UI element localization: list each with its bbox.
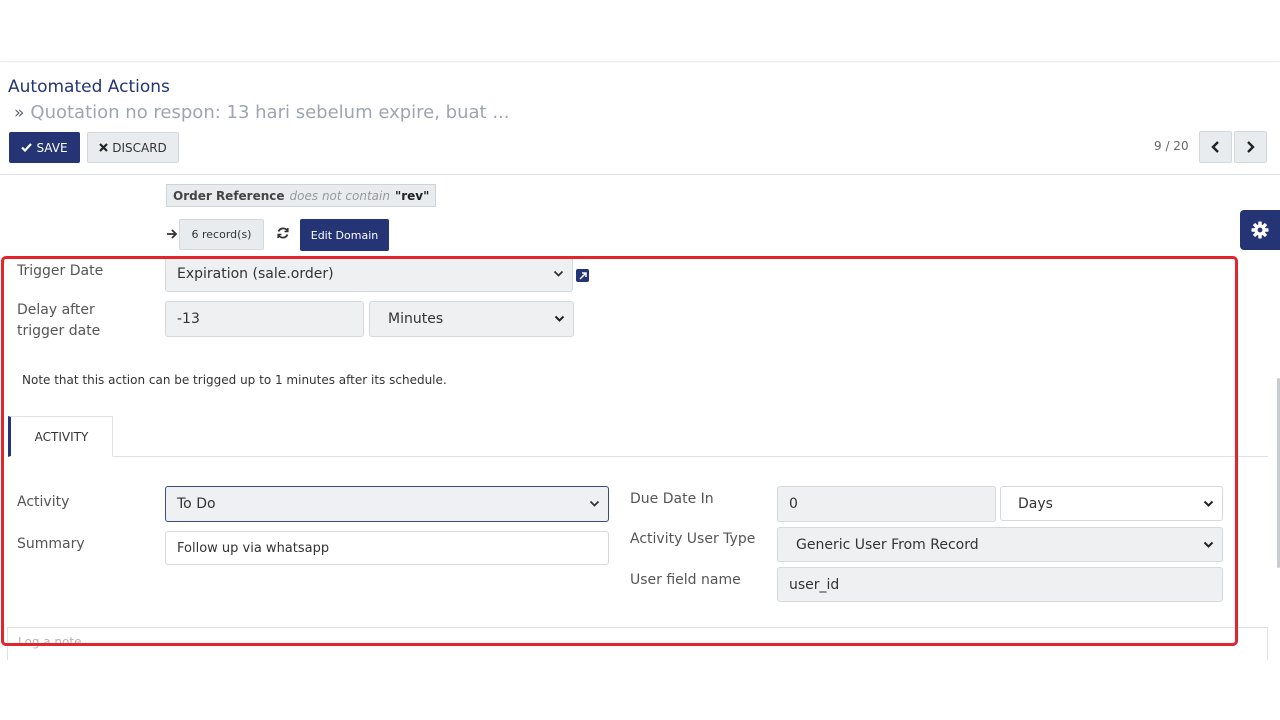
chevron-down-icon [553,270,564,277]
delay-label: Delay after trigger date [17,302,101,339]
trigger-date-select[interactable]: Expiration (sale.order) [165,256,573,292]
due-date-unit-value: Days [1018,495,1053,512]
delay-value: -13 [177,311,200,327]
domain-field: Order Reference [173,188,285,203]
user-field-label: User field name [630,572,741,588]
record-count-button[interactable]: 6 record(s) [179,219,264,250]
due-date-label: Due Date In [630,491,714,507]
gear-icon [1251,221,1269,239]
activity-value: To Do [177,496,216,512]
trigger-date-label: Trigger Date [17,263,104,279]
breadcrumb-separator-icon: » [14,103,25,123]
delay-unit-select[interactable]: Minutes [369,301,574,337]
pager-value[interactable]: 9 / 20 [1154,139,1189,153]
activity-select[interactable]: To Do [165,486,609,522]
top-navbar [0,0,1280,62]
save-button[interactable]: SAVE [9,132,80,163]
activity-label: Activity [17,494,70,510]
refresh-icon[interactable] [276,226,290,240]
domain-value: "rev" [394,188,430,203]
summary-label: Summary [17,536,85,552]
schedule-note: Note that this action can be trigged up … [22,373,447,387]
user-type-value: Generic User From Record [796,536,979,553]
due-date-unit-select[interactable]: Days [1000,486,1223,521]
trigger-date-value: Expiration (sale.order) [177,266,334,282]
chevron-down-icon [1203,500,1214,507]
edit-domain-button[interactable]: Edit Domain [300,219,389,251]
delay-input[interactable]: -13 [165,301,364,337]
settings-gear-button[interactable] [1240,210,1280,250]
external-link-icon[interactable] [576,269,589,282]
chevron-right-icon [1247,141,1255,153]
breadcrumb-root[interactable]: Automated Actions [8,77,170,97]
form-sheet: Order Reference does not contain "rev" 6… [0,176,1280,660]
pager-next-button[interactable] [1234,131,1267,163]
control-panel: Automated Actions » Quotation no respon: … [0,63,1280,175]
arrow-right-icon [167,229,178,239]
due-date-input[interactable]: 0 [777,486,996,522]
check-icon [21,143,33,152]
tabs-divider [8,456,1268,457]
user-type-label: Activity User Type [630,531,756,547]
chevron-left-icon [1211,141,1219,153]
chevron-down-icon [554,315,565,322]
summary-value: Follow up via whatsapp [177,540,330,556]
log-note-placeholder: Log a note... [18,635,93,649]
chevron-down-icon [589,500,600,507]
save-button-label: SAVE [36,140,68,155]
domain-condition: Order Reference does not contain "rev" [166,184,437,207]
due-date-value: 0 [789,496,798,512]
user-field-value: user_id [789,576,840,593]
breadcrumb-current-label: Quotation no respon: 13 hari sebelum exp… [30,102,510,123]
discard-button[interactable]: DISCARD [87,132,179,163]
user-field-input[interactable]: user_id [777,567,1223,602]
log-note-area[interactable]: Log a note... [7,627,1268,660]
pager-previous-button[interactable] [1199,131,1232,163]
user-type-select[interactable]: Generic User From Record [777,527,1223,562]
close-icon [99,143,108,152]
summary-input[interactable]: Follow up via whatsapp [165,531,609,565]
tab-activity[interactable]: ACTIVITY [8,416,113,457]
discard-button-label: DISCARD [112,140,167,155]
breadcrumb-current: » Quotation no respon: 13 hari sebelum ex… [14,102,510,123]
domain-operator: does not contain [289,188,390,203]
chevron-down-icon [1203,541,1214,548]
delay-unit-value: Minutes [388,311,444,327]
